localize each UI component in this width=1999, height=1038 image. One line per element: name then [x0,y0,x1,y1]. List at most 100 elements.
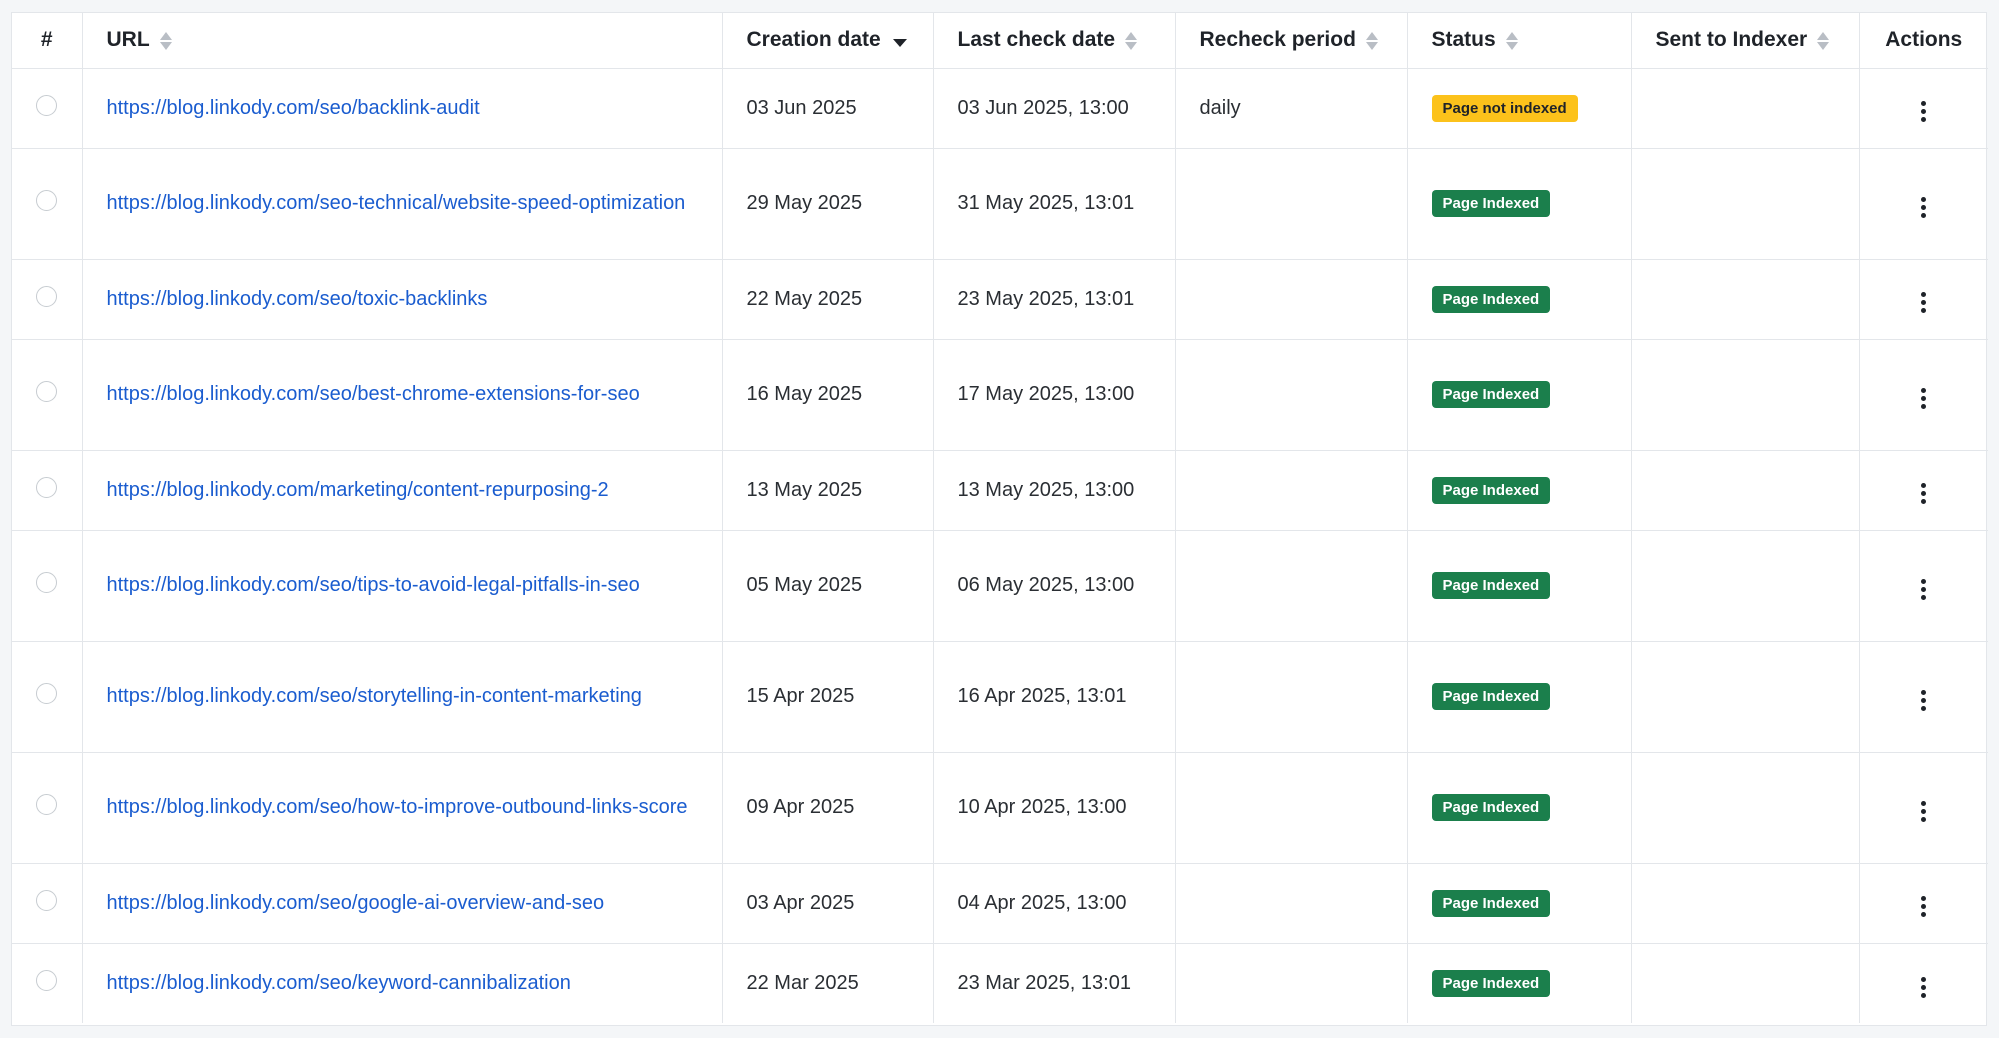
kebab-menu-icon[interactable] [1914,796,1934,826]
status-cell: Page Indexed [1407,641,1632,753]
url-cell: https://blog.linkody.com/seo/backlink-au… [82,68,723,149]
url-link[interactable]: https://blog.linkody.com/marketing/conte… [107,475,698,506]
radio-icon[interactable] [36,285,58,307]
kebab-menu-icon[interactable] [1914,892,1934,922]
column-header-sent-to-indexer-label: Sent to Indexer [1655,28,1808,52]
table-row: https://blog.linkody.com/marketing/conte… [12,450,1988,531]
status-cell: Page Indexed [1407,752,1632,864]
column-header-recheck-period[interactable]: Recheck period [1175,13,1408,69]
radio-icon[interactable] [36,572,58,593]
kebab-menu-icon[interactable] [1914,383,1934,413]
recheck-period-cell [1175,863,1408,944]
url-cell: https://blog.linkody.com/seo/keyword-can… [82,943,723,1023]
kebab-menu-icon[interactable] [1914,972,1934,1002]
sort-descending-icon[interactable] [892,38,907,47]
kebab-menu-icon[interactable] [1914,685,1934,715]
row-select-cell [12,752,83,864]
url-cell: https://blog.linkody.com/seo/toxic-backl… [82,259,723,340]
sort-icon[interactable] [159,30,172,52]
recheck-period-cell [1175,148,1408,260]
url-index-table: # URL Creation date Last check date Rech… [12,13,1988,1023]
url-link[interactable]: https://blog.linkody.com/seo-technical/w… [107,188,698,219]
status-cell: Page Indexed [1407,863,1632,944]
sort-icon[interactable] [1505,30,1518,52]
actions-cell [1859,943,1988,1023]
column-header-last-check-date[interactable]: Last check date [933,13,1176,69]
column-header-creation-date[interactable]: Creation date [722,13,934,69]
sort-icon[interactable] [1817,30,1830,52]
actions-cell [1859,148,1988,260]
radio-icon[interactable] [36,190,58,211]
status-badge: Page Indexed [1431,969,1551,997]
sent-to-indexer-cell [1631,943,1860,1023]
table-row: https://blog.linkody.com/seo/best-chrome… [12,339,1988,451]
sent-to-indexer-cell [1631,259,1860,340]
sent-to-indexer-cell [1631,752,1860,864]
creation-date-cell: 22 Mar 2025 [722,943,934,1023]
actions-cell [1859,641,1988,753]
kebab-menu-icon[interactable] [1914,288,1934,318]
radio-icon[interactable] [36,94,58,116]
url-link[interactable]: https://blog.linkody.com/seo/storytellin… [107,681,698,712]
url-link[interactable]: https://blog.linkody.com/seo/google-ai-o… [107,888,698,919]
url-link[interactable]: https://blog.linkody.com/seo/keyword-can… [107,968,698,999]
sort-icon[interactable] [1365,30,1378,52]
sort-icon[interactable] [1125,30,1138,52]
recheck-period-cell [1175,641,1408,753]
radio-icon[interactable] [36,889,58,911]
row-select-cell [12,68,83,149]
table-row: https://blog.linkody.com/seo/how-to-impr… [12,752,1988,864]
radio-icon[interactable] [36,381,58,402]
table-row: https://blog.linkody.com/seo/keyword-can… [12,943,1988,1023]
url-link[interactable]: https://blog.linkody.com/seo/toxic-backl… [107,284,698,315]
table-row: https://blog.linkody.com/seo/storytellin… [12,641,1988,753]
last-check-date-cell: 23 May 2025, 13:01 [933,259,1176,340]
column-header-url-label: URL [106,28,150,52]
actions-cell [1859,339,1988,451]
last-check-date-cell: 23 Mar 2025, 13:01 [933,943,1176,1023]
radio-icon[interactable] [36,969,58,991]
last-check-date-cell: 10 Apr 2025, 13:00 [933,752,1176,864]
table-row: https://blog.linkody.com/seo/google-ai-o… [12,863,1988,944]
creation-date-cell: 13 May 2025 [722,450,934,531]
column-header-num-label: # [40,28,53,52]
kebab-menu-icon[interactable] [1914,192,1934,222]
last-check-date-cell: 03 Jun 2025, 13:00 [933,68,1176,149]
radio-icon[interactable] [36,794,58,815]
column-header-creation-date-label: Creation date [746,28,881,52]
table-header: # URL Creation date Last check date Rech… [12,13,1988,69]
url-cell: https://blog.linkody.com/seo/best-chrome… [82,339,723,451]
actions-cell [1859,68,1988,149]
url-link[interactable]: https://blog.linkody.com/seo/tips-to-avo… [107,570,698,601]
status-cell: Page Indexed [1407,339,1632,451]
radio-icon[interactable] [36,683,58,704]
table-row: https://blog.linkody.com/seo/toxic-backl… [12,259,1988,340]
last-check-date-cell: 06 May 2025, 13:00 [933,530,1176,642]
row-select-cell [12,943,83,1023]
table-row: https://blog.linkody.com/seo/backlink-au… [12,68,1988,149]
url-link[interactable]: https://blog.linkody.com/seo/backlink-au… [107,93,698,124]
creation-date-cell: 15 Apr 2025 [722,641,934,753]
actions-cell [1859,259,1988,340]
url-link[interactable]: https://blog.linkody.com/seo/how-to-impr… [107,792,698,823]
status-badge: Page not indexed [1431,94,1578,122]
column-header-recheck-period-label: Recheck period [1199,28,1356,52]
status-cell: Page Indexed [1407,259,1632,340]
creation-date-cell: 03 Jun 2025 [722,68,934,149]
column-header-sent-to-indexer[interactable]: Sent to Indexer [1631,13,1860,69]
row-select-cell [12,259,83,340]
row-select-cell [12,450,83,531]
kebab-menu-icon[interactable] [1914,479,1934,509]
column-header-url[interactable]: URL [82,13,723,69]
table-row: https://blog.linkody.com/seo/tips-to-avo… [12,530,1988,642]
creation-date-cell: 22 May 2025 [722,259,934,340]
status-badge: Page Indexed [1431,476,1551,504]
table-body: https://blog.linkody.com/seo/backlink-au… [12,68,1988,1023]
url-cell: https://blog.linkody.com/seo/tips-to-avo… [82,530,723,642]
radio-icon[interactable] [36,476,58,498]
kebab-menu-icon[interactable] [1914,574,1934,604]
column-header-status[interactable]: Status [1407,13,1632,69]
kebab-menu-icon[interactable] [1914,97,1934,127]
url-link[interactable]: https://blog.linkody.com/seo/best-chrome… [107,379,698,410]
creation-date-cell: 16 May 2025 [722,339,934,451]
